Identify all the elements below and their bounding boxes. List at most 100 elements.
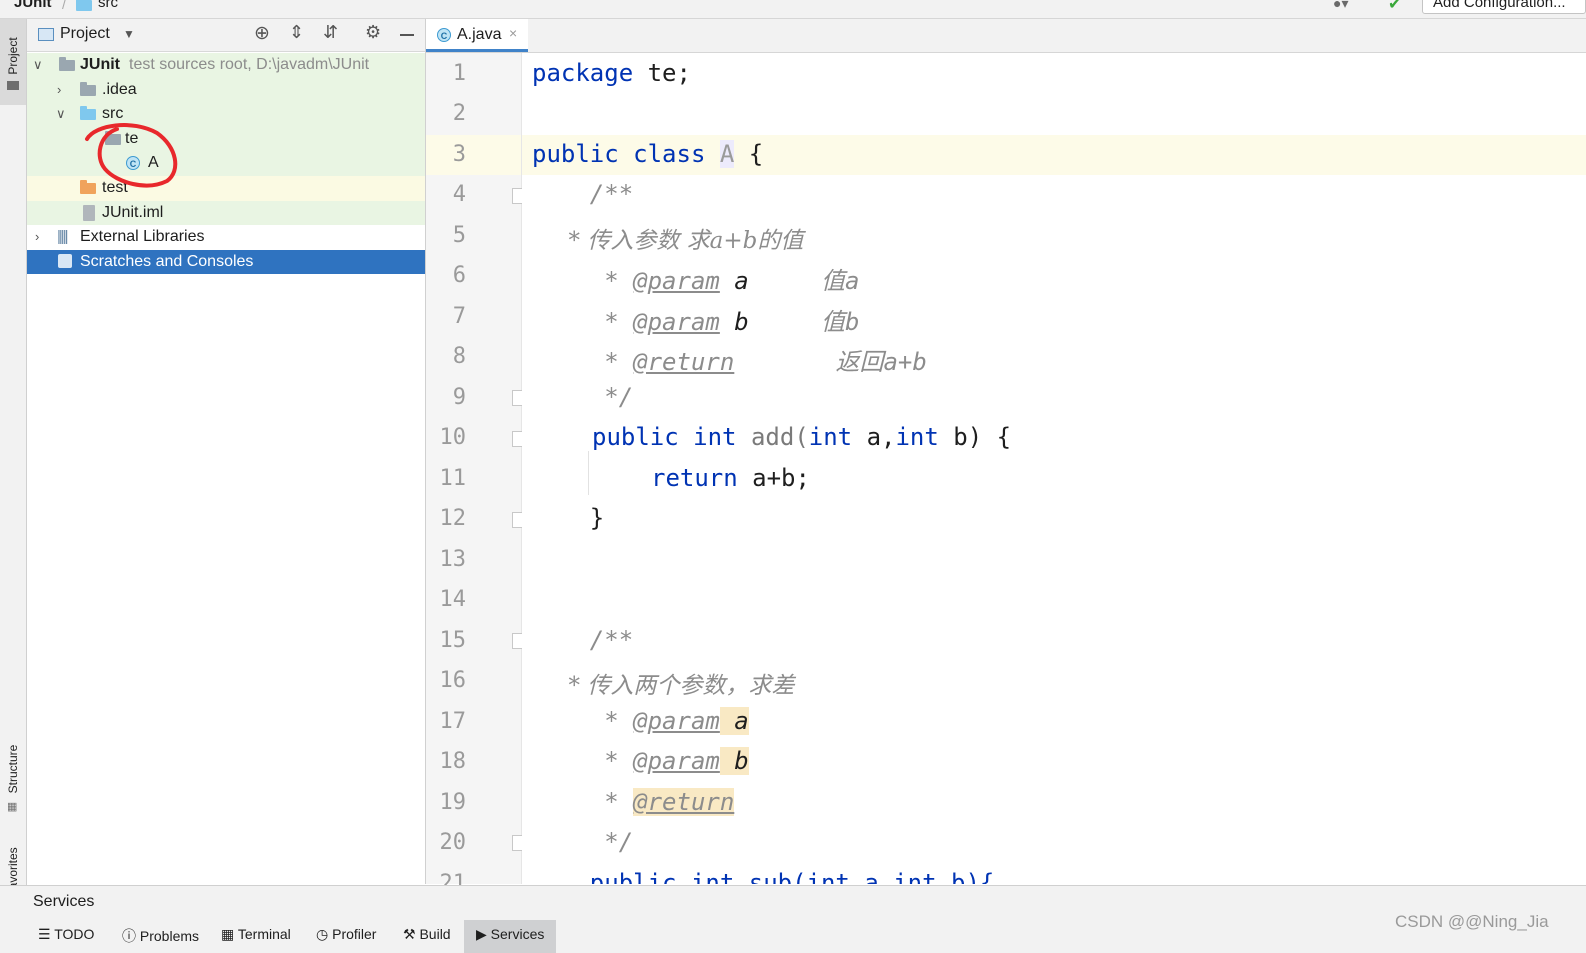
line-number: 7 bbox=[452, 304, 466, 329]
services-tool-window-header: Services bbox=[0, 885, 1586, 921]
tree-label: .idea bbox=[102, 80, 137, 98]
breadcrumb-separator: / bbox=[62, 0, 66, 12]
minimize-icon[interactable] bbox=[400, 34, 414, 36]
scratches-icon bbox=[58, 253, 72, 268]
line-number: 5 bbox=[452, 223, 466, 248]
code-line-11: return a+b; bbox=[651, 464, 810, 492]
code-editor[interactable]: package te; public class A { /** * 传入参数 … bbox=[522, 53, 1586, 884]
code-line-21: public int sub(int a,int b){ bbox=[532, 869, 995, 884]
code-line-4: /** bbox=[532, 180, 634, 208]
code-line-10: public int add(int a,int b) { bbox=[592, 423, 1012, 451]
build-tab[interactable]: ⚒ Build bbox=[403, 926, 451, 943]
line-number: 10 bbox=[439, 425, 467, 450]
chevron-right-icon[interactable]: › bbox=[57, 78, 61, 102]
code-line-18: * @param b bbox=[532, 747, 749, 775]
code-line-17: * @param a bbox=[532, 707, 749, 735]
code-line-12: } bbox=[532, 504, 605, 532]
profiler-icon: ◷ bbox=[316, 926, 329, 942]
code-line-16: * 传入两个参数，求差 bbox=[532, 673, 795, 699]
line-number: 1 bbox=[452, 61, 466, 86]
editor-tab-a-java[interactable]: C A.java × bbox=[426, 19, 528, 52]
tree-row-scratches[interactable]: Scratches and Consoles bbox=[27, 249, 425, 275]
line-number: 2 bbox=[452, 101, 466, 126]
line-number: 6 bbox=[452, 263, 466, 288]
hammer-icon: ⚒ bbox=[403, 926, 416, 942]
problems-icon: ⓘ bbox=[122, 928, 136, 944]
structure-tab-label: Structure bbox=[6, 744, 20, 794]
folder-icon bbox=[76, 0, 92, 11]
line-number: 15 bbox=[439, 628, 467, 653]
tree-label: JUnit bbox=[80, 56, 120, 73]
editor-gutter: 1 2 3 4 5 6 7 8 9 10 11 12 13 14 15 16 1… bbox=[426, 53, 526, 896]
folder-icon bbox=[80, 81, 96, 96]
terminal-tab[interactable]: ▦ Terminal bbox=[221, 926, 291, 943]
tree-row-junit-iml[interactable]: JUnit.iml bbox=[27, 200, 425, 226]
code-line-5: * 传入参数 求a+b的值 bbox=[532, 228, 804, 254]
chevron-right-icon[interactable]: › bbox=[35, 225, 39, 249]
locate-icon[interactable]: ⊕ bbox=[254, 22, 270, 45]
tree-label: JUnit.iml bbox=[102, 203, 164, 221]
module-folder-icon bbox=[59, 57, 75, 71]
services-tab[interactable]: ▶ Services bbox=[464, 920, 556, 953]
line-number: 11 bbox=[439, 466, 467, 491]
project-view-title[interactable]: Project bbox=[60, 25, 110, 43]
collapse-all-icon[interactable]: ⇵ bbox=[323, 22, 338, 43]
navigation-bar: JUnit / src ●▾ ✔ Add Configuration... bbox=[0, 0, 1586, 19]
todo-tab[interactable]: ☰ TODO bbox=[38, 926, 94, 943]
line-number: 9 bbox=[452, 385, 466, 410]
tree-row-external-libraries[interactable]: › ||||| External Libraries bbox=[27, 225, 425, 250]
close-icon[interactable]: × bbox=[509, 25, 517, 41]
tree-label: Scratches and Consoles bbox=[80, 252, 254, 270]
breadcrumb-folder[interactable]: src bbox=[98, 0, 118, 11]
source-folder-icon bbox=[80, 106, 96, 121]
code-line-8: * @return 返回a+b bbox=[532, 348, 927, 376]
line-number: 19 bbox=[439, 790, 467, 815]
project-panel-header: Project ▼ ⊕ ⇕ ⇵ ⚙ bbox=[27, 19, 425, 52]
folder-icon bbox=[7, 81, 19, 90]
code-line-7: * @param b 值b bbox=[532, 308, 860, 336]
editor-tab-bar: C A.java × bbox=[426, 19, 1586, 53]
tree-row-junit[interactable]: ∨ JUnit test sources root, D:\javadm\JUn… bbox=[27, 53, 425, 78]
left-tool-stripe: Project Structure ▦ Favorites ★ bbox=[0, 19, 27, 924]
bottom-tool-bar: ☰ TODO ⓘ Problems ▦ Terminal ◷ Profiler … bbox=[0, 912, 1586, 953]
breadcrumb-project[interactable]: JUnit bbox=[14, 0, 52, 11]
line-number: 13 bbox=[439, 547, 467, 572]
user-icon[interactable]: ●▾ bbox=[1333, 0, 1348, 12]
list-icon: ☰ bbox=[38, 926, 51, 942]
module-file-icon bbox=[83, 204, 95, 221]
expand-all-icon[interactable]: ⇕ bbox=[289, 22, 304, 43]
project-view-icon bbox=[38, 28, 54, 41]
line-number: 16 bbox=[439, 668, 467, 693]
chevron-down-icon[interactable]: ∨ bbox=[33, 53, 43, 77]
line-number: 4 bbox=[452, 182, 466, 207]
chevron-down-icon[interactable]: ∨ bbox=[56, 102, 66, 126]
code-line-15: /** bbox=[532, 626, 634, 654]
tree-label: External Libraries bbox=[80, 228, 205, 246]
tree-row-idea[interactable]: › .idea bbox=[27, 77, 425, 103]
line-number: 8 bbox=[452, 344, 466, 369]
project-panel: Project ▼ ⊕ ⇕ ⇵ ⚙ ∨ JUnit test sources r… bbox=[27, 19, 426, 884]
profiler-tab[interactable]: ◷ Profiler bbox=[316, 926, 376, 943]
code-line-1: package te; bbox=[532, 59, 691, 87]
red-circle-annotation bbox=[85, 123, 178, 188]
problems-tab[interactable]: ⓘ Problems bbox=[122, 926, 199, 946]
services-title[interactable]: Services bbox=[33, 893, 94, 911]
class-icon: C bbox=[437, 28, 451, 42]
watermark: CSDN @@Ning_Jia bbox=[1395, 912, 1549, 931]
run-configuration-dropdown[interactable]: Add Configuration... bbox=[1422, 0, 1586, 14]
chevron-down-icon[interactable]: ▼ bbox=[123, 27, 135, 41]
project-tool-tab[interactable]: Project bbox=[0, 19, 26, 105]
line-number: 20 bbox=[439, 830, 467, 855]
tab-label: A.java bbox=[457, 26, 502, 43]
indent-guide bbox=[588, 451, 589, 495]
code-line-20: */ bbox=[532, 828, 634, 856]
gear-icon[interactable]: ⚙ bbox=[365, 22, 381, 43]
code-line-6: * @param a 值a bbox=[532, 267, 860, 295]
code-line-3: public class A { bbox=[532, 140, 764, 168]
library-icon: ||||| bbox=[57, 228, 69, 246]
build-hammer-icon[interactable]: ✔ bbox=[1388, 0, 1401, 14]
code-line-9: */ bbox=[532, 383, 634, 411]
line-number: 12 bbox=[439, 506, 467, 531]
line-number: 14 bbox=[439, 587, 467, 612]
structure-tool-tab[interactable]: Structure ▦ bbox=[0, 727, 26, 817]
